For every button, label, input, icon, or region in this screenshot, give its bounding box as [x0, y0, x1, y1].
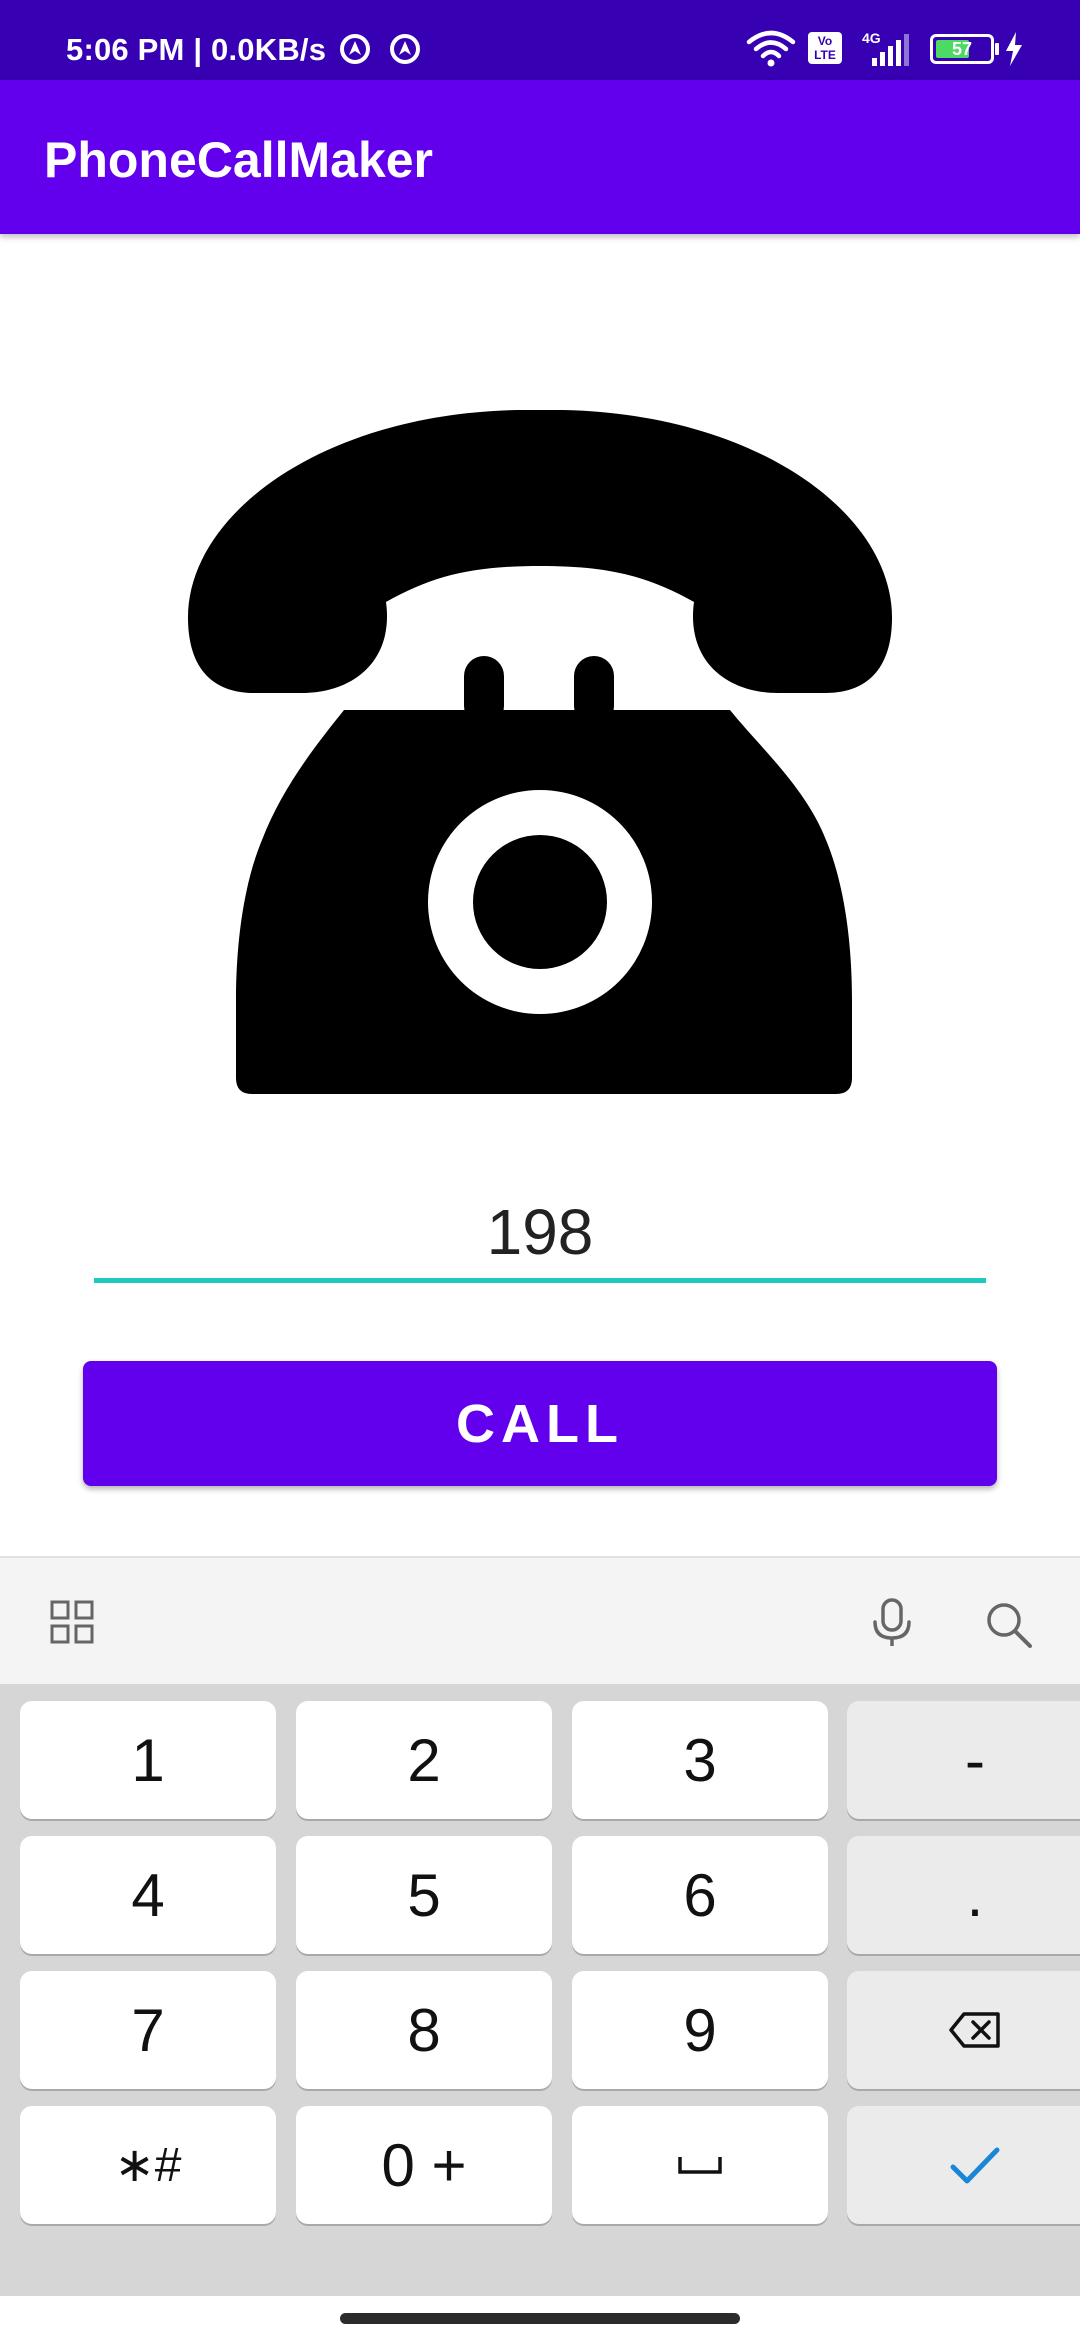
app-title: PhoneCallMaker	[44, 132, 434, 188]
key-0[interactable]: 0 +	[296, 2106, 552, 2224]
key-1[interactable]: 1	[20, 1701, 276, 1819]
key-space[interactable]	[572, 2106, 828, 2224]
home-indicator[interactable]	[340, 2313, 740, 2324]
space-icon	[678, 2157, 722, 2174]
call-button[interactable]: CALL	[83, 1361, 997, 1486]
backspace-icon	[949, 2012, 1000, 2048]
keyboard-toolbar	[0, 1556, 1080, 1686]
key-3[interactable]: 3	[572, 1701, 828, 1819]
key-dash[interactable]: -	[847, 1701, 1080, 1819]
status-time: 5:06 PM | 0.0KB/s	[66, 32, 327, 67]
key-symbols[interactable]: ∗#	[20, 2106, 276, 2224]
microphone-icon[interactable]	[870, 1598, 914, 1648]
check-icon	[950, 2147, 1000, 2184]
input-underline	[94, 1278, 986, 1283]
signal-icon	[872, 34, 909, 66]
key-done[interactable]	[847, 2106, 1080, 2224]
charging-icon	[1006, 32, 1022, 66]
key-4[interactable]: 4	[20, 1836, 276, 1954]
app-bar: PhoneCallMaker	[0, 80, 1080, 234]
key-9[interactable]: 9	[572, 1971, 828, 2089]
telephone-icon	[187, 410, 893, 1094]
key-backspace[interactable]	[847, 1971, 1080, 2089]
key-6[interactable]: 6	[572, 1836, 828, 1954]
phone-number-input[interactable]	[94, 1180, 986, 1284]
vpn-icon	[340, 34, 370, 64]
key-dot[interactable]: .	[847, 1836, 1080, 1954]
key-8[interactable]: 8	[296, 1971, 552, 2089]
battery-icon: 57	[930, 34, 994, 64]
key-2[interactable]: 2	[296, 1701, 552, 1819]
search-icon[interactable]	[984, 1600, 1034, 1650]
volte-icon: Vo LTE	[808, 32, 842, 64]
wifi-icon	[746, 30, 796, 67]
battery-tip	[995, 43, 999, 55]
status-bar: 5:06 PM | 0.0KB/s Vo LTE 4G 57	[0, 0, 1080, 80]
key-5[interactable]: 5	[296, 1836, 552, 1954]
key-7[interactable]: 7	[20, 1971, 276, 2089]
sync-icon	[390, 34, 420, 64]
grid-icon[interactable]	[50, 1600, 94, 1644]
